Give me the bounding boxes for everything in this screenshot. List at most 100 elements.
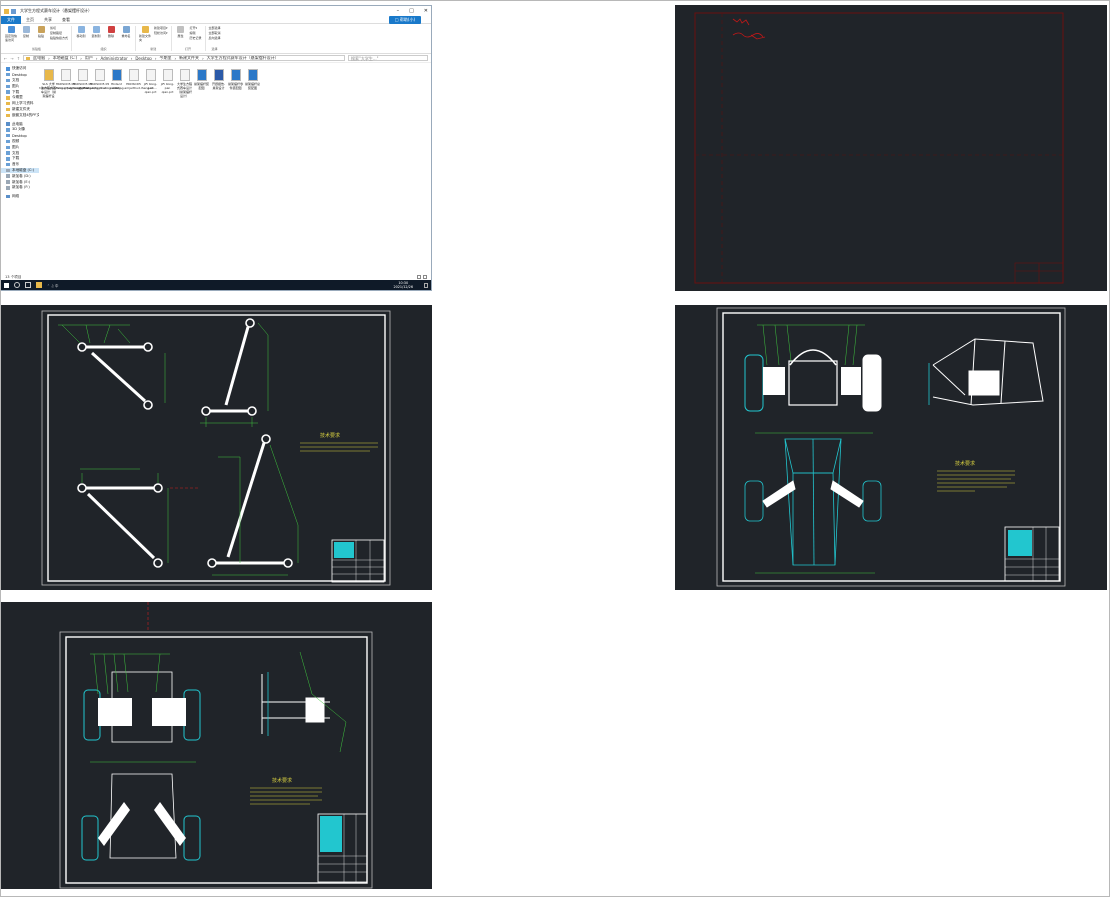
system-tray[interactable]: ⌃ ♫ 中	[47, 283, 58, 288]
maximize-icon[interactable]: □	[409, 8, 414, 14]
side-view	[932, 338, 1044, 406]
notification-icon[interactable]	[424, 282, 428, 288]
nav-item-label: 网上学习资料	[12, 101, 34, 106]
file-item[interactable]: HKDSCD5 nuda.jpg.amjarthud.lheng.ch...	[110, 69, 157, 98]
back-icon[interactable]: ←	[4, 56, 7, 61]
front-view	[744, 349, 882, 412]
move-to-button[interactable]: 移动到	[75, 26, 87, 38]
folder-icon	[6, 90, 10, 94]
cut-button[interactable]: 剪切	[50, 26, 68, 30]
breadcrumb-item[interactable]: 用户	[85, 56, 93, 60]
file-name: jiFi llong-pan qian.prt	[160, 82, 175, 94]
tab-view[interactable]: 查看	[57, 17, 75, 23]
nav-item-label: 网络	[12, 194, 20, 199]
pin-button[interactable]: 固定到快速访问	[5, 26, 17, 42]
nav-item-label: 新建文件夹	[12, 106, 30, 111]
cad-file-icon	[111, 69, 122, 81]
nav-item-label: 新加卷 (F:)	[12, 185, 30, 190]
cad-drawing-rear: 技术要求	[59, 602, 373, 889]
windows-start-icon[interactable]	[4, 282, 9, 288]
document-icon	[128, 69, 139, 81]
folder-icon	[6, 145, 10, 149]
breadcrumb-item[interactable]: 大学生方程式赛车设计（悬架摆杆设计）	[207, 56, 279, 60]
up-icon[interactable]: ↑	[17, 56, 20, 61]
properties-button[interactable]: 属性	[175, 26, 187, 40]
nav-item-label: 新加卷 (E:)	[12, 179, 31, 184]
breadcrumb-item[interactable]: 新建文件夹	[179, 56, 199, 60]
invert-selection-button[interactable]: 反向选择	[209, 36, 221, 40]
file-item[interactable]: HKDSCD5 05 uBuEra.g.b/fushl.stmg.shvk...	[77, 69, 122, 98]
breadcrumb-item[interactable]: 此电脑	[33, 56, 45, 60]
forward-icon[interactable]: →	[10, 56, 13, 61]
group-label: 打开	[185, 47, 192, 51]
edit-button[interactable]: 编辑	[190, 31, 202, 35]
taskbar: ⌃ ♫ 中 10:30 2021/12/26	[1, 280, 431, 290]
group-label: 组织	[100, 47, 107, 51]
cad-file-icon	[247, 69, 258, 81]
minimize-icon[interactable]: –	[397, 8, 400, 14]
paste-icon	[37, 26, 45, 33]
file-name: jiFi llong-pan qian.prt	[143, 82, 158, 94]
details-view-icon[interactable]	[417, 275, 421, 279]
properties-icon[interactable]	[11, 8, 16, 14]
breadcrumb-item[interactable]: Administrator	[100, 56, 127, 60]
tab-file[interactable]: 文件	[1, 15, 21, 24]
breadcrumb-item[interactable]: Desktop	[135, 56, 152, 60]
new-folder-button[interactable]: 新建文件夹	[139, 26, 151, 42]
address-bar-row: ← → ↑ 此电脑 › 本地磁盘 (C:) › 用户 › Administrator ›…	[1, 54, 431, 63]
nav-item-label: 3D 对象	[12, 127, 26, 132]
folder-icon	[6, 72, 10, 77]
search-icon[interactable]	[14, 282, 20, 288]
folder-icon	[6, 174, 10, 178]
technical-notes-lines	[250, 787, 322, 805]
window-title: 大学生方程式赛车设计（悬架摆杆设计）	[20, 8, 92, 13]
easy-access-button[interactable]: 轻松访问▾	[154, 31, 168, 35]
file-name: 悬架摆杆零件装配图	[228, 82, 243, 90]
paste-shortcut-button[interactable]: 粘贴快捷方式	[50, 36, 68, 40]
close-icon[interactable]: ✕	[424, 8, 428, 14]
file-item[interactable]: 悬架摆杆总装配图	[245, 69, 260, 98]
file-item[interactable]: jiFi llong-pan qian.prt	[143, 69, 158, 98]
folder-icon	[6, 128, 10, 132]
explorer-taskbar-icon[interactable]	[36, 282, 42, 288]
technical-notes-lines	[300, 442, 378, 452]
copy-to-button[interactable]: 复制到	[90, 26, 102, 38]
file-item[interactable]: 大学生方程式赛车设计（悬架摆杆设计）	[177, 69, 192, 98]
file-name: 大学生方程式赛车设计（悬架摆杆设计）	[177, 82, 192, 98]
copy-path-button[interactable]: 复制路径	[50, 31, 68, 35]
file-item[interactable]: 悬架摆杆装配图	[194, 69, 209, 98]
nav-item-label: 今期里	[12, 95, 23, 100]
nav-network[interactable]: 网络	[1, 194, 39, 200]
address-bar[interactable]: 此电脑 › 本地磁盘 (C:) › 用户 › Administrator › Deskt…	[23, 55, 345, 61]
select-none-button[interactable]: 全部取消	[209, 31, 221, 35]
help-button[interactable]: □ 帮助(小)	[388, 15, 421, 24]
tab-share[interactable]: 共享	[39, 17, 57, 23]
file-item[interactable]: 悬架摆杆零件装配图	[228, 69, 243, 98]
cad-panel-suspension-links: 技术要求	[0, 305, 432, 590]
delete-button[interactable]: 删除	[105, 26, 117, 38]
open-group: 属性 打开▾ 编辑 历史记录 打开	[175, 26, 206, 51]
folder-icon	[6, 157, 10, 161]
folder-icon	[6, 162, 10, 167]
new-item-button[interactable]: 新建项目▾	[154, 26, 168, 30]
breadcrumb-item[interactable]: 今期里	[159, 56, 171, 60]
paste-button[interactable]: 粘贴	[35, 26, 47, 42]
breadcrumb-item[interactable]: 本地磁盘 (C:)	[53, 56, 78, 60]
large-icons-view-icon[interactable]	[423, 275, 427, 279]
red-markup-scribble	[732, 18, 766, 40]
history-button[interactable]: 历史记录	[190, 36, 202, 40]
copy-button[interactable]: 复制	[20, 26, 32, 42]
taskbar-clock[interactable]: 10:30 2021/12/26	[393, 281, 413, 289]
task-view-icon[interactable]	[25, 282, 31, 288]
open-button[interactable]: 打开▾	[190, 26, 202, 30]
nav-item-label: 文档	[12, 150, 20, 155]
file-item[interactable]: jiFi llong-pan qian.prt	[160, 69, 175, 98]
rename-button[interactable]: 重命名	[120, 26, 132, 38]
folder-icon	[6, 84, 10, 89]
folder-icon	[6, 194, 10, 199]
tab-home[interactable]: 主页	[21, 17, 39, 23]
search-input[interactable]: 搜索"大学生..."	[348, 55, 428, 61]
word-file-icon	[213, 69, 224, 81]
file-item[interactable]: 开题报告-悬架设计	[211, 69, 226, 98]
select-all-button[interactable]: 全部选择	[209, 26, 221, 30]
